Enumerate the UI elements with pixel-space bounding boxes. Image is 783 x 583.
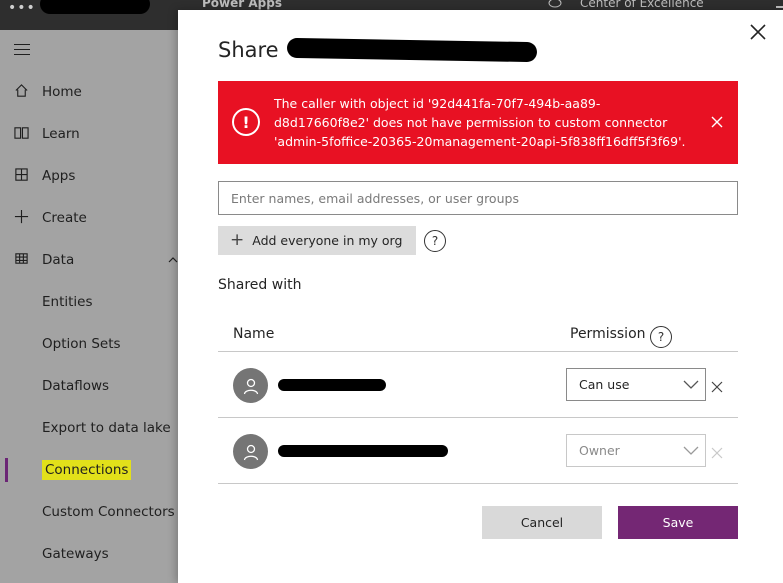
sidebar-item-label: Home [42, 84, 82, 100]
person-icon [243, 378, 258, 394]
sidebar-item-label: Create [42, 210, 87, 226]
error-message: The caller with object id '92d441fa-70f7… [274, 96, 686, 149]
sidebar-item-learn[interactable]: Learn [0, 113, 178, 155]
hamburger-menu-icon[interactable] [14, 44, 30, 56]
permission-dropdown[interactable]: Can use [566, 368, 706, 401]
waffle-icon[interactable]: ••• [8, 0, 36, 16]
dialog-title-text: Share [218, 38, 279, 62]
shared-with-heading: Shared with [218, 277, 302, 293]
sidebar-item-apps[interactable]: Apps [0, 155, 178, 197]
sidebar-item-custom-connectors[interactable]: Custom Connectors [0, 491, 178, 533]
book-icon [0, 125, 42, 144]
avatar [233, 368, 268, 403]
sidebar-item-label: Export to data lake [42, 420, 171, 436]
sidebar-item-label: Custom Connectors [42, 504, 175, 520]
chevron-down-icon [683, 444, 699, 456]
permission-dropdown: Owner [566, 434, 706, 467]
sidebar-item-connections[interactable]: Connections [0, 449, 178, 491]
close-icon[interactable] [748, 22, 768, 42]
remove-user-icon [711, 444, 723, 459]
plus-icon: + [230, 230, 245, 250]
column-header-permission: Permission [570, 326, 646, 342]
chevron-up-icon [168, 254, 178, 267]
help-icon[interactable]: ? [650, 326, 672, 348]
people-picker-input[interactable] [218, 181, 738, 215]
scrollbar-mark [776, 6, 783, 8]
sidebar-item-label: Learn [42, 126, 80, 142]
plus-icon [0, 209, 42, 228]
chevron-down-icon [683, 378, 699, 390]
table-row: Owner [218, 418, 738, 484]
sidebar-item-data[interactable]: Data [0, 239, 178, 281]
sidebar-item-label: Data [42, 252, 75, 268]
redacted-user-name [278, 379, 386, 391]
sidebar-item-option-sets[interactable]: Option Sets [0, 323, 178, 365]
error-message-bar: ! The caller with object id '92d441fa-70… [218, 81, 738, 164]
sidebar: Home Learn Apps Create Data Entities Opt… [0, 30, 178, 583]
remove-user-icon[interactable] [711, 378, 723, 393]
permission-value: Owner [579, 443, 620, 458]
column-header-name: Name [233, 326, 275, 342]
sidebar-item-label: Entities [42, 294, 93, 310]
cancel-button[interactable]: Cancel [482, 506, 602, 539]
help-icon[interactable]: ? [424, 230, 446, 252]
sidebar-item-label: Apps [42, 168, 76, 184]
sidebar-item-home[interactable]: Home [0, 71, 178, 113]
home-icon [0, 83, 42, 102]
share-dialog: Share ! The caller with object id '92d44… [178, 10, 783, 583]
redaction-mark [286, 37, 537, 63]
environment-name[interactable]: Center of Excellence [580, 0, 704, 10]
sidebar-item-create[interactable]: Create [0, 197, 178, 239]
sidebar-item-label: Option Sets [42, 336, 121, 352]
app-name[interactable]: Power Apps [202, 0, 282, 10]
sidebar-item-dataflows[interactable]: Dataflows [0, 365, 178, 407]
active-indicator [5, 458, 8, 482]
redacted-user-name [278, 445, 448, 457]
sidebar-item-label: Connections [42, 460, 132, 480]
avatar [233, 434, 268, 469]
error-icon: ! [232, 108, 260, 136]
dismiss-error-icon[interactable] [710, 114, 724, 128]
person-icon [243, 444, 258, 460]
sidebar-item-entities[interactable]: Entities [0, 281, 178, 323]
permission-value: Can use [579, 377, 630, 392]
apps-icon [0, 167, 42, 186]
redaction-mark [40, 0, 150, 14]
dialog-title: Share [218, 37, 537, 63]
table-header: Name Permission ? [218, 318, 738, 352]
add-everyone-button[interactable]: + Add everyone in my org [218, 226, 416, 255]
table-icon [0, 251, 42, 270]
add-everyone-label: Add everyone in my org [252, 233, 403, 248]
sidebar-item-label: Dataflows [42, 378, 110, 394]
sidebar-item-export-to-data-lake[interactable]: Export to data lake [0, 407, 178, 449]
sidebar-item-gateways[interactable]: Gateways [0, 533, 178, 575]
table-row: Can use [218, 352, 738, 418]
save-button[interactable]: Save [618, 506, 738, 539]
sidebar-item-label: Gateways [42, 546, 109, 562]
